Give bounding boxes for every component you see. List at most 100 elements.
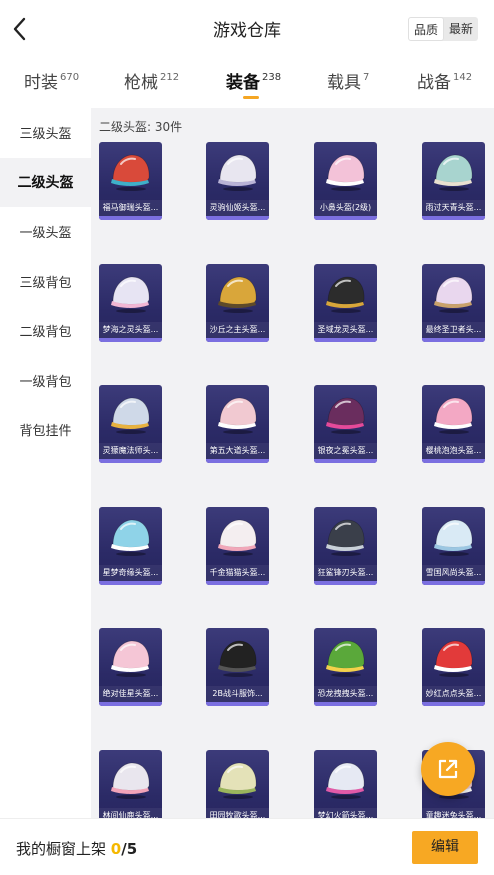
tab-supplies[interactable]: 战备 142 [417,68,472,93]
helmet-icon [111,762,150,799]
item-card[interactable]: 梦海之灵头盔... [99,263,162,342]
item-card-label: 雨过天青头盔... [422,200,485,216]
rarity-stripe [99,580,162,585]
item-card[interactable]: 雨过天青头盔... [422,142,485,220]
sort-quality-button[interactable]: 品质 [407,17,444,41]
helmet-icon [111,640,150,677]
item-card-label: 樱桃泡泡头盔... [422,443,485,459]
item-card-label: 千金猫猫头盔... [206,564,269,581]
item-card-label: 第五大道头盔... [206,443,269,459]
item-card[interactable]: 星梦奇缘头盔... [99,506,162,585]
item-card[interactable]: 圣域龙灵头盔... [314,263,377,342]
item-card[interactable]: 狂鲨锋刃头盔... [314,506,377,585]
helmet-icon [434,154,473,191]
helmet-icon [218,519,257,556]
showcase-status: 我的橱窗上架 0/5 [16,838,137,859]
item-card-label: 童趣迷兔头盔... [422,807,485,818]
warehouse-screen: 游戏仓库 品质 最新 时装 670 枪械 212 装备 238 载具 7 战备 142 三… [0,0,494,875]
item-card[interactable]: 沙丘之主头盔... [206,263,269,342]
sidebar-item-level3-helmet[interactable]: 三级头盔 [0,108,91,158]
tab-firearms[interactable]: 枪械 212 [124,68,179,93]
rarity-stripe [99,702,162,706]
helmet-icon [326,640,365,677]
helmet-icon [326,276,365,313]
helmet-icon [434,276,473,313]
item-card-label: 梦海之灵头盔... [99,321,162,338]
item-card-label: 梦幻火箭头盔... [314,807,377,818]
item-card[interactable]: 雪国风尚头盔... [422,506,485,585]
rarity-stripe [206,216,269,220]
tab-label: 时装 [24,73,58,93]
rarity-stripe [422,337,485,342]
sort-newest-button[interactable]: 最新 [444,17,478,41]
item-count-label: 二级头盔: 30件 [99,120,183,134]
rarity-stripe [206,580,269,585]
item-card[interactable]: 千金猫猫头盔... [206,506,269,585]
item-card-label: 雪国风尚头盔... [422,564,485,581]
item-card-label: 灵驹仙姬头盔... [206,200,269,216]
item-card[interactable]: 灵驹仙姬头盔... [206,142,269,220]
item-card[interactable]: 林间仙鹿头盔... [99,749,162,818]
rarity-stripe [422,459,485,463]
item-card[interactable]: 樱桃泡泡头盔... [422,385,485,463]
share-button[interactable] [421,742,475,796]
item-card[interactable]: 恐龙拽拽头盔... [314,628,377,706]
helmet-icon [218,154,257,191]
showcase-label: 我的橱窗上架 [16,840,107,858]
item-card-label: 绝对佳星头盔... [99,686,162,702]
rarity-stripe [314,580,377,585]
rarity-stripe [314,337,377,342]
item-card[interactable]: 福马御瑞头盔... [99,142,162,220]
item-card[interactable]: 小鼻头盔(2级) [314,142,377,220]
rarity-stripe [422,580,485,585]
helmet-icon [326,762,365,799]
sidebar: 三级头盔 二级头盔 一级头盔 三级背包 二级背包 一级背包 背包挂件 [0,108,91,818]
edit-button[interactable]: 编辑 [412,831,478,864]
helmet-icon [111,154,150,191]
rarity-stripe [99,337,162,342]
item-card[interactable]: 2B战斗服饰... [206,628,269,706]
helmet-icon [326,397,365,434]
helmet-icon [218,397,257,434]
item-card[interactable]: 灵獴魔法师头... [99,385,162,463]
item-card-label: 狂鲨锋刃头盔... [314,564,377,581]
showcase-max: /5 [121,840,138,858]
helmet-icon [218,762,257,799]
item-card-label: 田园牧歌头盔... [206,807,269,818]
bottom-bar: 我的橱窗上架 0/5 编辑 [0,818,494,875]
showcase-count: 0 [110,840,122,858]
rarity-stripe [206,459,269,463]
external-link-icon [438,759,458,779]
rarity-stripe [206,337,269,342]
category-tabs: 时装 670 枪械 212 装备 238 载具 7 战备 142 [0,60,494,106]
tab-fashion[interactable]: 时装 670 [24,68,79,93]
sidebar-item-level2-backpack[interactable]: 二级背包 [0,306,91,356]
sidebar-item-level1-backpack[interactable]: 一级背包 [0,356,91,406]
rarity-stripe [422,702,485,706]
item-card-label: 灵獴魔法师头... [99,443,162,459]
rarity-stripe [206,702,269,706]
rarity-stripe [99,459,162,463]
item-card[interactable]: 最终圣卫者头... [422,263,485,342]
item-card[interactable]: 银夜之冕头盔... [314,385,377,463]
sidebar-item-backpack-charm[interactable]: 背包挂件 [0,405,91,455]
tab-count: 238 [262,72,282,83]
helmet-icon [326,519,365,556]
sidebar-item-level1-helmet[interactable]: 一级头盔 [0,207,91,257]
helmet-icon [434,397,473,434]
item-card[interactable]: 绝对佳星头盔... [99,628,162,706]
item-card[interactable]: 第五大道头盔... [206,385,269,463]
active-tab-indicator [243,96,259,99]
item-card[interactable]: 田园牧歌头盔... [206,749,269,818]
item-card-label: 沙丘之主头盔... [206,321,269,338]
item-card[interactable]: 梦幻火箭头盔... [314,749,377,818]
tab-vehicles[interactable]: 载具 7 [327,68,369,93]
helmet-icon [111,519,150,556]
sidebar-item-level2-helmet[interactable]: 二级头盔 [0,157,91,207]
item-card[interactable]: 妙红点点头盔... [422,628,485,706]
helmet-icon [326,154,365,191]
sidebar-item-level3-backpack[interactable]: 三级背包 [0,257,91,307]
tab-equipment[interactable]: 装备 238 [226,68,281,93]
item-list: 二级头盔: 30件 福马御瑞头盔... 灵驹仙姬头盔... 小鼻头盔(2级) 雨过天青… [91,108,494,818]
item-card-label: 小鼻头盔(2级) [314,200,377,216]
